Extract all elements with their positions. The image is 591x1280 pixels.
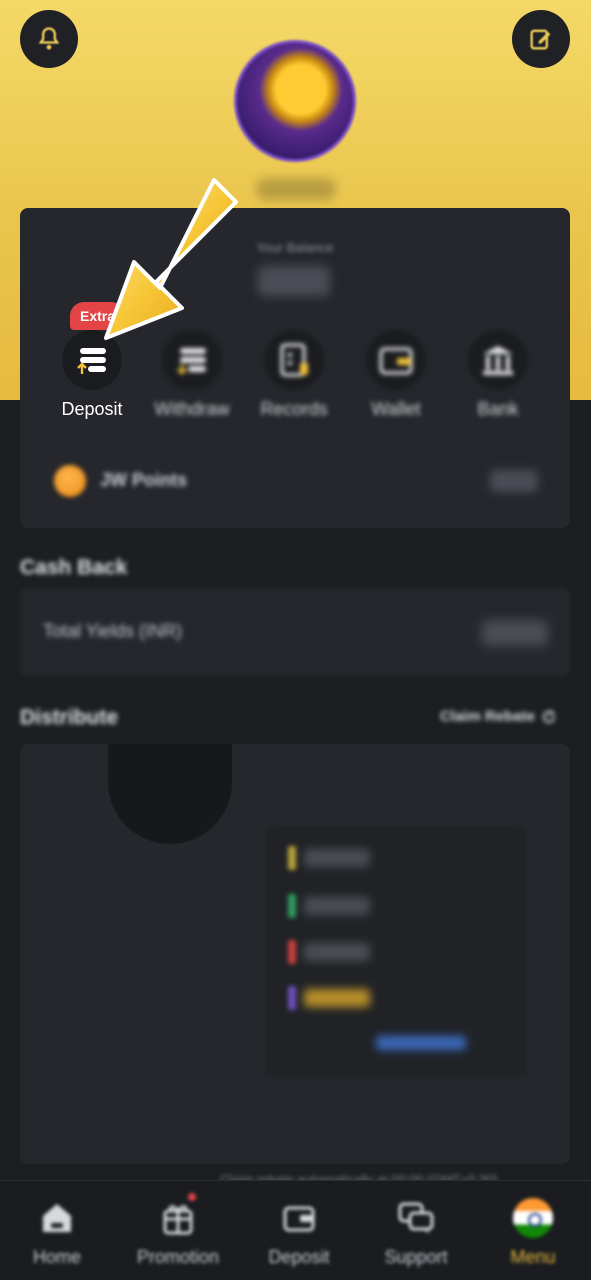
bell-icon — [38, 27, 60, 50]
tab-promotion[interactable]: Promotion — [119, 1193, 237, 1268]
claim-rebate-label: Claim Rebate — [439, 708, 535, 725]
distribution-legend — [266, 826, 526, 1076]
wallet-action[interactable]: Wallet — [346, 330, 446, 420]
gift-icon — [157, 1193, 199, 1239]
notification-dot — [188, 1193, 196, 1201]
tab-home[interactable]: Home — [0, 1197, 116, 1268]
edit-profile-button[interactable] — [512, 10, 570, 68]
legend-item — [288, 894, 370, 918]
wallet-label: Wallet — [371, 399, 421, 419]
notification-button[interactable] — [20, 10, 78, 68]
records-icon — [264, 330, 324, 390]
refresh-icon — [543, 709, 555, 723]
deposit-wallet-icon — [278, 1197, 320, 1239]
tab-support-label: Support — [384, 1247, 448, 1267]
total-yields-value — [482, 620, 548, 646]
tab-support[interactable]: Support — [357, 1197, 475, 1268]
legend-item — [288, 940, 370, 964]
jw-points-row[interactable]: JW Points — [20, 458, 570, 502]
balance-value — [258, 266, 330, 296]
points-label: JW Points — [100, 470, 188, 490]
total-yields-label: Total Yields (INR) — [43, 621, 183, 641]
tab-deposit-label: Deposit — [268, 1247, 330, 1267]
bottom-tab-bar: Home Promotion Deposit Support Menu — [0, 1180, 591, 1280]
withdraw-label: Withdraw — [154, 399, 230, 419]
records-action[interactable]: Records — [244, 330, 344, 420]
coin-icon — [54, 465, 86, 497]
tab-home-label: Home — [32, 1247, 81, 1267]
tab-promotion-label: Promotion — [136, 1247, 220, 1267]
chat-icon — [395, 1197, 437, 1239]
edit-icon — [530, 29, 551, 50]
distribute-card — [20, 744, 570, 1164]
bank-action[interactable]: Bank — [448, 330, 548, 420]
cashback-card: Total Yields (INR) — [20, 588, 570, 676]
tab-menu[interactable]: Menu — [474, 1197, 591, 1268]
pointer-arrow-icon — [104, 178, 238, 340]
legend-item — [288, 986, 370, 1010]
legend-link[interactable] — [376, 1036, 466, 1050]
wallet-icon — [366, 330, 426, 390]
tab-deposit[interactable]: Deposit — [240, 1197, 358, 1268]
tab-menu-label: Menu — [510, 1247, 556, 1267]
india-flag-icon — [512, 1197, 554, 1239]
bank-icon — [468, 330, 528, 390]
deposit-label: Deposit — [61, 399, 123, 419]
username — [256, 178, 336, 200]
cashback-title: Cash Back — [20, 556, 128, 579]
avatar[interactable] — [234, 40, 356, 162]
bank-label: Bank — [477, 399, 519, 419]
distribute-title: Distribute — [20, 706, 119, 729]
home-icon — [36, 1197, 78, 1239]
legend-item — [288, 846, 370, 870]
claim-rebate-button[interactable]: Claim Rebate — [440, 708, 557, 725]
records-label: Records — [260, 399, 328, 419]
points-value — [490, 470, 538, 492]
distribution-pie-chart — [108, 744, 232, 844]
